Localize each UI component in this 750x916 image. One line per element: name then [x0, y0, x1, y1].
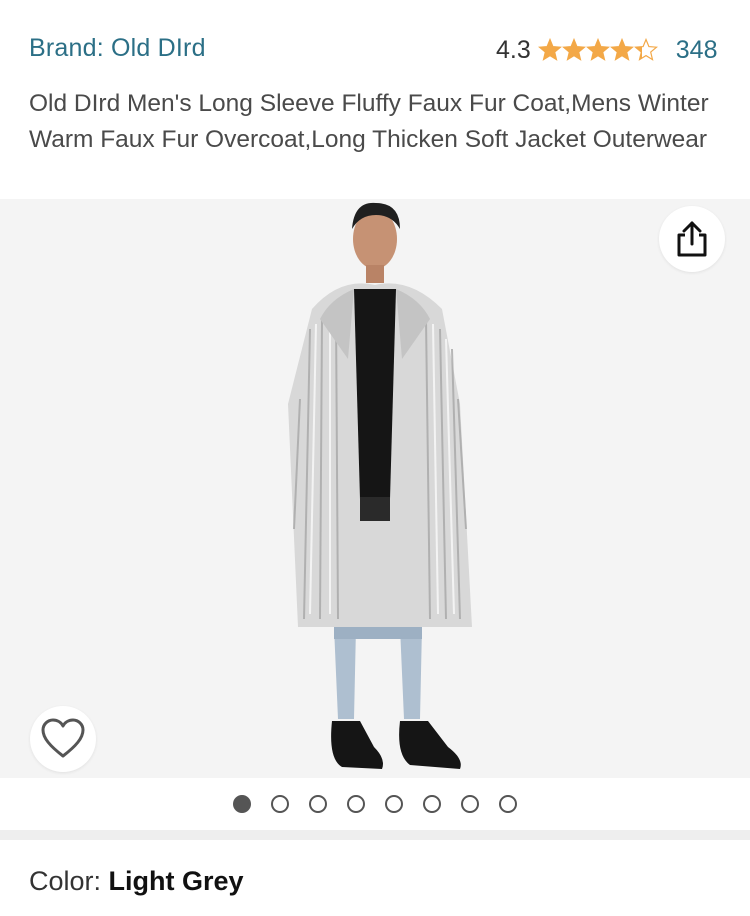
product-header: Brand: Old DIrd 4.3 348: [0, 0, 750, 90]
brand-link[interactable]: Brand: Old DIrd: [29, 34, 206, 63]
rating-summary[interactable]: 4.3 348: [496, 34, 717, 66]
color-selector-label: Color: Light Grey: [29, 866, 244, 897]
share-button[interactable]: [659, 206, 725, 272]
gallery-dot[interactable]: [461, 795, 479, 813]
gallery-dot[interactable]: [271, 795, 289, 813]
review-count-link[interactable]: 348: [676, 36, 718, 65]
product-image-gallery[interactable]: [0, 199, 750, 778]
rating-value: 4.3: [496, 35, 531, 64]
section-divider: [0, 830, 750, 840]
wishlist-button[interactable]: [30, 706, 96, 772]
gallery-dot[interactable]: [347, 795, 365, 813]
heart-icon: [41, 718, 85, 758]
selected-color-value: Light Grey: [108, 866, 244, 896]
star-icon: [633, 38, 658, 61]
share-icon: [677, 221, 707, 257]
gallery-dot[interactable]: [309, 795, 327, 813]
gallery-dot[interactable]: [233, 795, 251, 813]
product-image: [288, 202, 472, 769]
gallery-pagination: [0, 778, 750, 830]
star-rating: [537, 38, 658, 62]
star-icon: [537, 38, 562, 61]
color-label: Color:: [29, 866, 109, 896]
product-title: Old DIrd Men's Long Sleeve Fluffy Faux F…: [29, 90, 709, 153]
star-icon: [609, 38, 634, 61]
gallery-dot[interactable]: [499, 795, 517, 813]
star-icon: [561, 38, 586, 61]
gallery-dot[interactable]: [423, 795, 441, 813]
star-icon: [585, 38, 610, 61]
gallery-dot[interactable]: [385, 795, 403, 813]
